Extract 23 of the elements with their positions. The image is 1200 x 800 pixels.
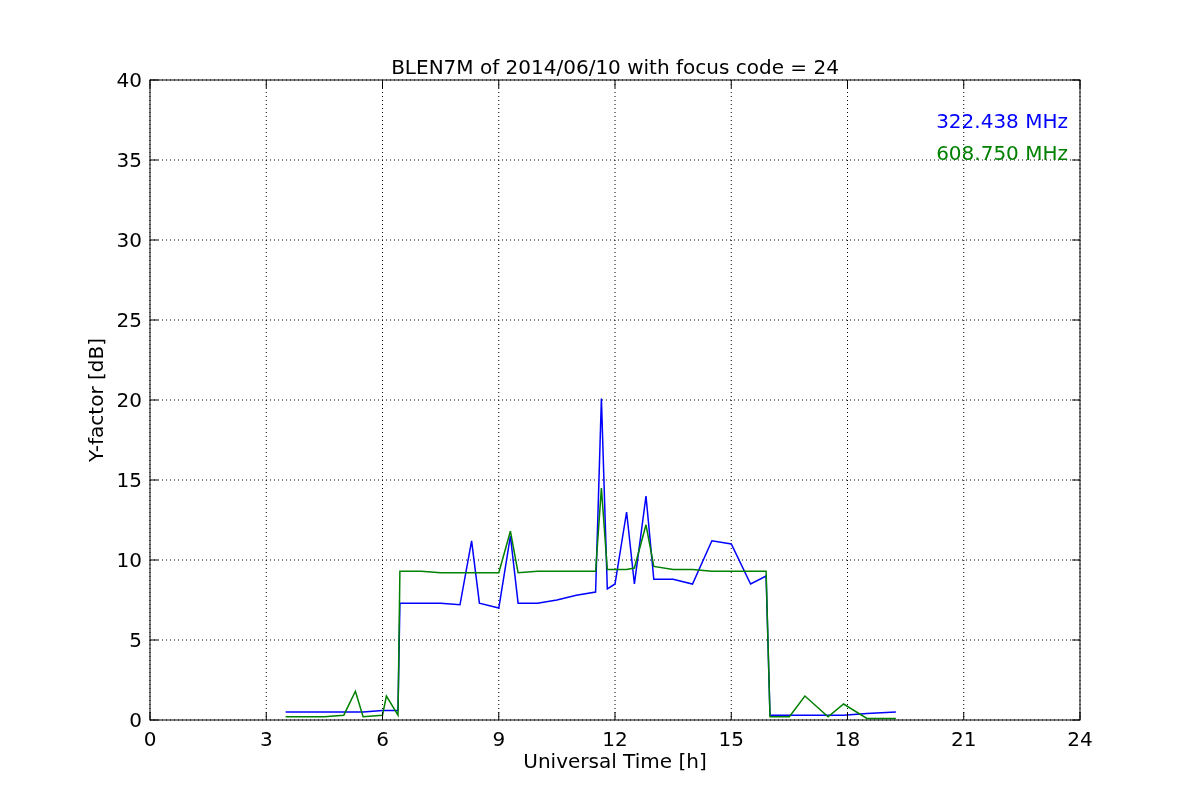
tick-label: 24 (1067, 727, 1093, 751)
tick-label: 0 (143, 727, 157, 751)
tick-label: 15 (116, 468, 142, 492)
tick-label: 0 (129, 708, 142, 732)
tick-label: 15 (718, 727, 744, 751)
tick-label: 20 (116, 388, 142, 412)
tick-label: 35 (116, 148, 142, 172)
tick-label: 21 (951, 727, 977, 751)
tick-label: 5 (129, 628, 142, 652)
legend-label: 322.438 MHz (936, 109, 1068, 133)
tick-label: 25 (116, 308, 142, 332)
tick-label: 10 (116, 548, 142, 572)
tick-label: 18 (834, 727, 861, 751)
tick-label: 6 (376, 727, 389, 751)
legend-label: 608.750 MHz (936, 141, 1068, 165)
tick-label: 30 (116, 228, 142, 252)
y-axis-label: Y-factor [dB] (84, 338, 108, 462)
tick-label: 9 (492, 727, 506, 751)
tick-label: 40 (116, 68, 142, 92)
tick-label: 3 (259, 727, 273, 751)
chart-title: BLEN7M of 2014/06/10 with focus code = 24 (391, 55, 839, 79)
tick-label: 12 (602, 727, 628, 751)
x-axis-label: Universal Time [h] (523, 749, 707, 773)
